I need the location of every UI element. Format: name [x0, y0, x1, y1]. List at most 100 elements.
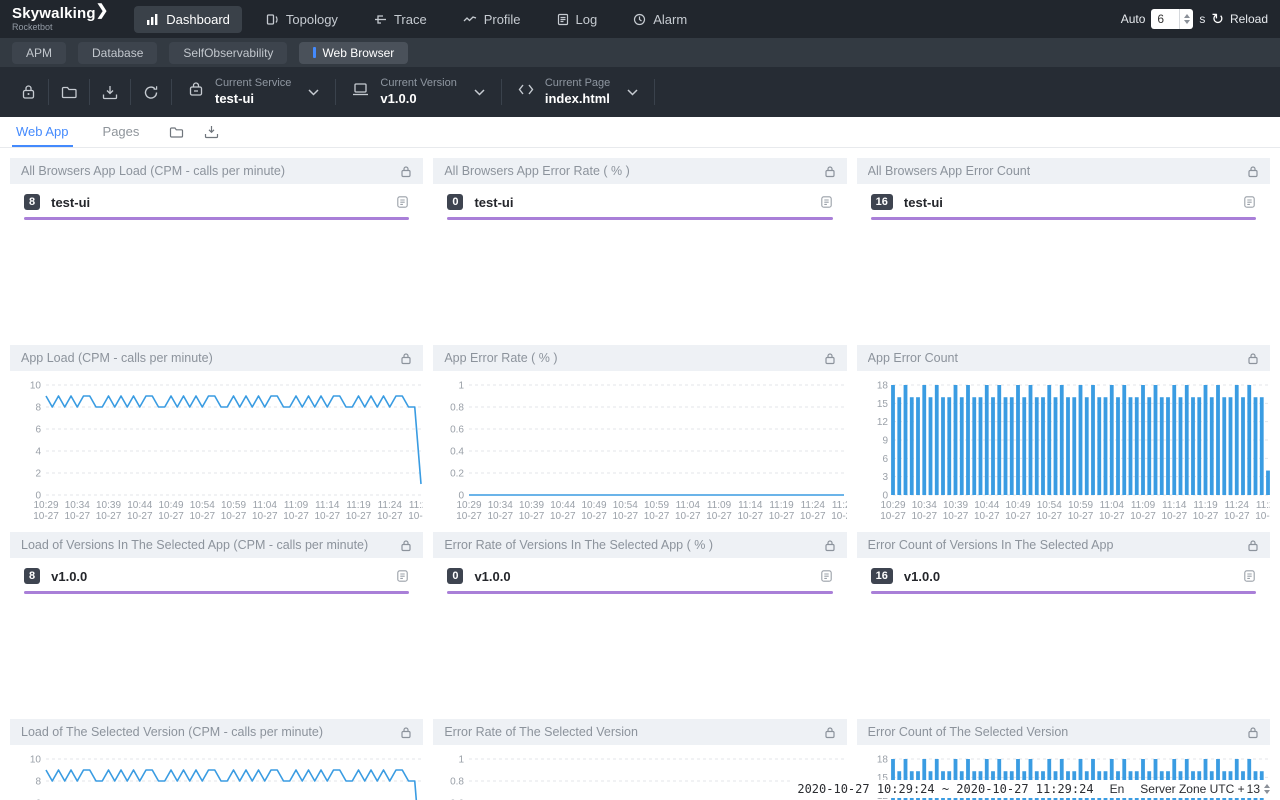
legend-underline	[24, 591, 409, 594]
chart-canvas[interactable]: 024681010:2910-2710:3410-2710:3910-2710:…	[18, 377, 423, 522]
server-zone-stepper[interactable]	[1264, 784, 1270, 794]
clipboard-icon[interactable]	[820, 195, 833, 209]
reload-icon[interactable]: ↻	[1211, 12, 1224, 27]
svg-text:10:49: 10:49	[1005, 500, 1030, 511]
card-title: App Error Rate ( % )	[444, 351, 557, 365]
auto-interval-input[interactable]	[1151, 12, 1175, 26]
layer-tab-selfobservability[interactable]: SelfObservability	[169, 42, 287, 64]
svg-text:10-27: 10-27	[127, 511, 153, 522]
chart-area: 00.20.40.60.8110:2910-2710:3410-2710:391…	[433, 745, 846, 800]
svg-text:1: 1	[459, 381, 465, 392]
tab-pages[interactable]: Pages	[99, 117, 144, 147]
nav-item-alarm[interactable]: Alarm	[621, 6, 699, 33]
server-zone-control: Server Zone UTC +13	[1140, 782, 1270, 796]
chart-canvas[interactable]: 00.20.40.60.8110:2910-2710:3410-2710:391…	[441, 751, 846, 800]
svg-text:18: 18	[877, 755, 889, 766]
card-lock-icon[interactable]	[1247, 352, 1259, 365]
svg-text:10-27: 10-27	[769, 511, 795, 522]
card-lock-icon[interactable]	[400, 165, 412, 178]
svg-text:10-27: 10-27	[33, 511, 59, 522]
svg-text:10-27: 10-27	[644, 511, 670, 522]
card-lock-icon[interactable]	[824, 352, 836, 365]
current-page-selector[interactable]: Current Page index.html	[502, 77, 654, 107]
nav-item-log[interactable]: Log	[545, 6, 610, 33]
tab-web-app[interactable]: Web App	[12, 117, 73, 147]
clipboard-icon[interactable]	[396, 195, 409, 209]
card-lock-icon[interactable]	[824, 726, 836, 739]
nav-item-dashboard[interactable]: Dashboard	[134, 6, 242, 33]
legend-underline	[447, 591, 832, 594]
page-code-icon	[518, 83, 534, 101]
folder-icon[interactable]	[49, 85, 89, 99]
selector-value: test-ui	[215, 91, 291, 107]
card-title: Load of The Selected Version (CPM - call…	[21, 725, 323, 739]
card-header: Error Rate of Versions In The Selected A…	[433, 532, 846, 558]
clipboard-icon[interactable]	[1243, 569, 1256, 583]
svg-text:10-27: 10-27	[738, 511, 764, 522]
layer-tab-database[interactable]: Database	[78, 42, 157, 64]
svg-text:10-27: 10-27	[377, 511, 403, 522]
card-title: Error Count of The Selected Version	[868, 725, 1069, 739]
chart-canvas[interactable]: 00.20.40.60.8110:2910-2710:3410-2710:391…	[441, 377, 846, 522]
svg-text:10-27: 10-27	[1161, 511, 1187, 522]
card-lock-icon[interactable]	[1247, 726, 1259, 739]
reload-label[interactable]: Reload	[1230, 12, 1268, 26]
card-lock-icon[interactable]	[824, 539, 836, 552]
metric-card: Error Rate of Versions In The Selected A…	[433, 532, 846, 709]
pages-folder-icon[interactable]	[169, 117, 184, 147]
topology-icon	[266, 13, 279, 26]
nav-item-profile[interactable]: Profile	[451, 6, 533, 33]
chevron-down-icon	[627, 83, 638, 101]
auto-unit-label: s	[1199, 12, 1205, 26]
card-lock-icon[interactable]	[400, 352, 412, 365]
lock-icon[interactable]	[8, 84, 48, 100]
nav-label: Profile	[484, 12, 521, 27]
svg-text:11:04: 11:04	[1099, 500, 1124, 511]
card-lock-icon[interactable]	[400, 726, 412, 739]
chart-canvas[interactable]: 024681010:2910-2710:3410-2710:3910-2710:…	[18, 751, 423, 800]
legend-badge: 0	[447, 568, 463, 584]
current-service-selector[interactable]: Current Service test-ui	[172, 77, 335, 107]
svg-text:10:54: 10:54	[613, 500, 638, 511]
svg-text:10:54: 10:54	[190, 500, 215, 511]
time-range-value[interactable]: 2020-10-27 10:29:24 ~ 2020-10-27 11:29:2…	[797, 782, 1093, 796]
app-logo[interactable]: Skywalking❯ Rocketbot	[12, 6, 108, 32]
card-title: App Load (CPM - calls per minute)	[21, 351, 213, 365]
svg-text:10-27: 10-27	[1255, 511, 1270, 522]
pages-import-icon[interactable]	[204, 117, 219, 147]
svg-text:6: 6	[35, 425, 41, 436]
card-header: Error Count of Versions In The Selected …	[857, 532, 1270, 558]
auto-interval-stepper[interactable]	[1179, 9, 1193, 29]
logo-title: Skywalking	[12, 5, 96, 22]
chart-canvas[interactable]: 036912151810:2910-2710:3410-2710:3910-27…	[865, 377, 1270, 522]
legend-label: test-ui	[51, 195, 90, 210]
card-lock-icon[interactable]	[824, 165, 836, 178]
layer-tab-web-browser[interactable]: Web Browser	[299, 42, 408, 64]
card-lock-icon[interactable]	[400, 539, 412, 552]
chart-legend: 0 v1.0.0	[433, 558, 846, 591]
legend-label: test-ui	[904, 195, 943, 210]
nav-item-trace[interactable]: Trace	[362, 6, 439, 33]
svg-text:10-27: 10-27	[942, 511, 968, 522]
legend-badge: 8	[24, 194, 40, 210]
svg-text:0.8: 0.8	[450, 777, 464, 788]
card-lock-icon[interactable]	[1247, 539, 1259, 552]
svg-text:6: 6	[882, 454, 888, 465]
legend-label: test-ui	[474, 195, 513, 210]
layer-tab-label: Web Browser	[322, 46, 394, 60]
import-icon[interactable]	[90, 85, 130, 100]
nav-item-topology[interactable]: Topology	[254, 6, 350, 33]
svg-text:10-27: 10-27	[613, 511, 639, 522]
clipboard-icon[interactable]	[1243, 195, 1256, 209]
chart-area: 024681010:2910-2710:3410-2710:3910-2710:…	[10, 371, 423, 522]
layer-tab-apm[interactable]: APM	[12, 42, 66, 64]
current-version-selector[interactable]: Current Version v1.0.0	[336, 77, 500, 107]
language-selector[interactable]: En	[1110, 782, 1125, 796]
refresh-icon[interactable]	[131, 85, 171, 100]
card-lock-icon[interactable]	[1247, 165, 1259, 178]
clipboard-icon[interactable]	[396, 569, 409, 583]
clipboard-icon[interactable]	[820, 569, 833, 583]
svg-text:10-27: 10-27	[283, 511, 309, 522]
card-header: Error Rate of The Selected Version	[433, 719, 846, 745]
svg-text:10:34: 10:34	[911, 500, 936, 511]
